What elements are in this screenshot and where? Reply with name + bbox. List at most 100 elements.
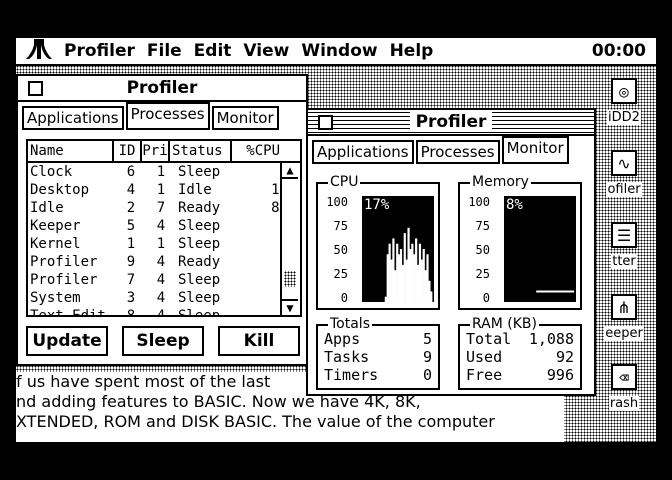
desktop: Profiler File Edit View Window Help 00:0…: [16, 38, 656, 442]
memory-tick-label: 25: [475, 267, 490, 281]
table-row[interactable]: Profiler74Sleep0: [28, 271, 300, 289]
profiler-window-monitor[interactable]: Profiler Applications Processes Monitor …: [306, 108, 596, 396]
table-row[interactable]: Profiler94Ready0: [28, 253, 300, 271]
table-row[interactable]: Desktop41Idle15: [28, 181, 300, 199]
disk-icon: ◎: [611, 78, 637, 104]
cpu-history-bar: [399, 249, 403, 302]
cell-status: Sleep: [178, 308, 221, 317]
memory-panel: Memory 100 75 50 25 0 8%: [458, 174, 582, 310]
cell-status: Sleep: [178, 272, 221, 288]
desktop-icon-label: iDD2: [607, 110, 641, 125]
vertical-scrollbar[interactable]: ▲ ▼: [280, 163, 300, 315]
menu-help[interactable]: Help: [390, 41, 434, 61]
trash-icon: ⌫: [611, 364, 637, 390]
kill-button[interactable]: Kill: [218, 326, 300, 356]
menu-edit[interactable]: Edit: [194, 41, 232, 61]
desktop-icon-disk[interactable]: ◎ iDD2: [592, 78, 656, 125]
desktop-icon-profiler[interactable]: ∿ ofiler: [592, 150, 656, 197]
table-row[interactable]: Idle27Ready83: [28, 199, 300, 217]
cell-name: Kernel: [30, 236, 81, 252]
cpu-tick-label: 0: [340, 291, 348, 305]
close-box[interactable]: [28, 81, 43, 96]
column-header-cpu[interactable]: %CPU: [232, 141, 282, 161]
desktop-icon-label: eeper: [604, 326, 644, 341]
memory-tick-label: 75: [475, 219, 490, 233]
cell-name: System: [30, 290, 81, 306]
tab-processes[interactable]: Processes: [415, 140, 500, 164]
cell-status: Sleep: [178, 164, 221, 180]
window-titlebar[interactable]: Profiler: [18, 76, 306, 102]
update-button[interactable]: Update: [26, 326, 108, 356]
cell-id: 8: [126, 308, 136, 317]
column-header-name[interactable]: Name: [28, 141, 114, 161]
cell-status: Sleep: [178, 218, 221, 234]
cell-pri: 7: [156, 200, 166, 216]
profiler-window-processes[interactable]: Profiler Applications Processes Monitor …: [16, 74, 308, 366]
menu-profiler[interactable]: Profiler: [64, 41, 135, 61]
cpu-history-bar: [392, 238, 395, 302]
ram-row: Total 1,088: [460, 330, 580, 348]
ram-value: 92: [555, 348, 574, 366]
column-header-status[interactable]: Status: [170, 141, 232, 161]
tab-applications[interactable]: Applications: [312, 140, 414, 164]
cpu-panel: CPU 100 75 50 25 0 17%: [316, 174, 440, 310]
cell-pri: 4: [156, 218, 166, 234]
table-row[interactable]: Clock61Sleep0: [28, 163, 300, 181]
window-titlebar[interactable]: Profiler: [308, 110, 594, 136]
notepad-icon: ☰: [611, 222, 637, 248]
menu-view[interactable]: View: [243, 41, 289, 61]
ram-row: Used 92: [460, 348, 580, 366]
scroll-thumb[interactable]: [284, 271, 296, 287]
column-header-pri[interactable]: Pri: [142, 141, 170, 161]
cpu-history-bar: [401, 264, 404, 302]
memory-percent: 8%: [506, 197, 523, 213]
column-header-id[interactable]: ID: [114, 141, 142, 161]
menu-file[interactable]: File: [147, 41, 182, 61]
cpu-history-bar: [413, 254, 416, 302]
sleep-button[interactable]: Sleep: [122, 326, 204, 356]
ram-label: RAM (KB): [470, 316, 539, 332]
tab-monitor[interactable]: Monitor: [211, 106, 279, 130]
totals-key: Timers: [324, 366, 379, 384]
cell-status: Sleep: [178, 290, 221, 306]
ram-key: Used: [466, 348, 503, 366]
table-row[interactable]: Kernel11Sleep0: [28, 235, 300, 253]
desktop-icon-trash[interactable]: ⌫ rash: [592, 364, 656, 411]
ram-row: Free 996: [460, 366, 580, 384]
table-row[interactable]: Keeper54Sleep0: [28, 217, 300, 235]
cpu-percent: 17%: [364, 197, 390, 213]
atari-logo-icon[interactable]: [26, 38, 52, 65]
cpu-history-bar: [407, 227, 410, 302]
scroll-up-arrow-icon[interactable]: ▲: [282, 163, 298, 179]
cpu-history-bar: [428, 280, 431, 302]
tab-monitor[interactable]: Monitor: [501, 136, 569, 164]
cell-id: 7: [126, 272, 136, 288]
memory-label: Memory: [470, 174, 531, 190]
cpu-history-bar: [430, 291, 433, 302]
cpu-history-bar: [390, 259, 393, 302]
cpu-history-bar: [426, 254, 429, 302]
desktop-icon-notepad[interactable]: ☰ tter: [592, 222, 656, 269]
cell-pri: 4: [156, 290, 166, 306]
desktop-icon-keeper[interactable]: ⋔ eeper: [592, 294, 656, 341]
menu-clock: 00:00: [591, 41, 646, 61]
menu-window[interactable]: Window: [301, 41, 377, 61]
cpu-tick-label: 75: [333, 219, 348, 233]
close-box[interactable]: [318, 115, 333, 130]
cpu-history-bar: [396, 243, 399, 302]
cell-pri: 1: [156, 182, 166, 198]
table-row[interactable]: System34Sleep0: [28, 289, 300, 307]
tab-applications[interactable]: Applications: [22, 106, 124, 130]
ram-panel: RAM (KB) Total 1,088 Used 92 Free 996: [458, 316, 582, 390]
cpu-history-bar: [384, 296, 387, 302]
cpu-history-bar: [394, 270, 397, 302]
process-table[interactable]: Name ID Pri Status %CPU Clock61Sleep0Des…: [26, 139, 302, 317]
cpu-tick-label: 50: [333, 243, 348, 257]
cell-id: 6: [126, 164, 136, 180]
cpu-history-bar: [422, 249, 425, 302]
table-row[interactable]: Text Edit 8 4 Sleep: [28, 307, 300, 317]
tab-bar: Applications Processes Monitor: [18, 102, 306, 130]
scroll-down-arrow-icon[interactable]: ▼: [282, 299, 298, 315]
tab-processes[interactable]: Processes: [125, 102, 210, 130]
cell-pri: 1: [156, 236, 166, 252]
